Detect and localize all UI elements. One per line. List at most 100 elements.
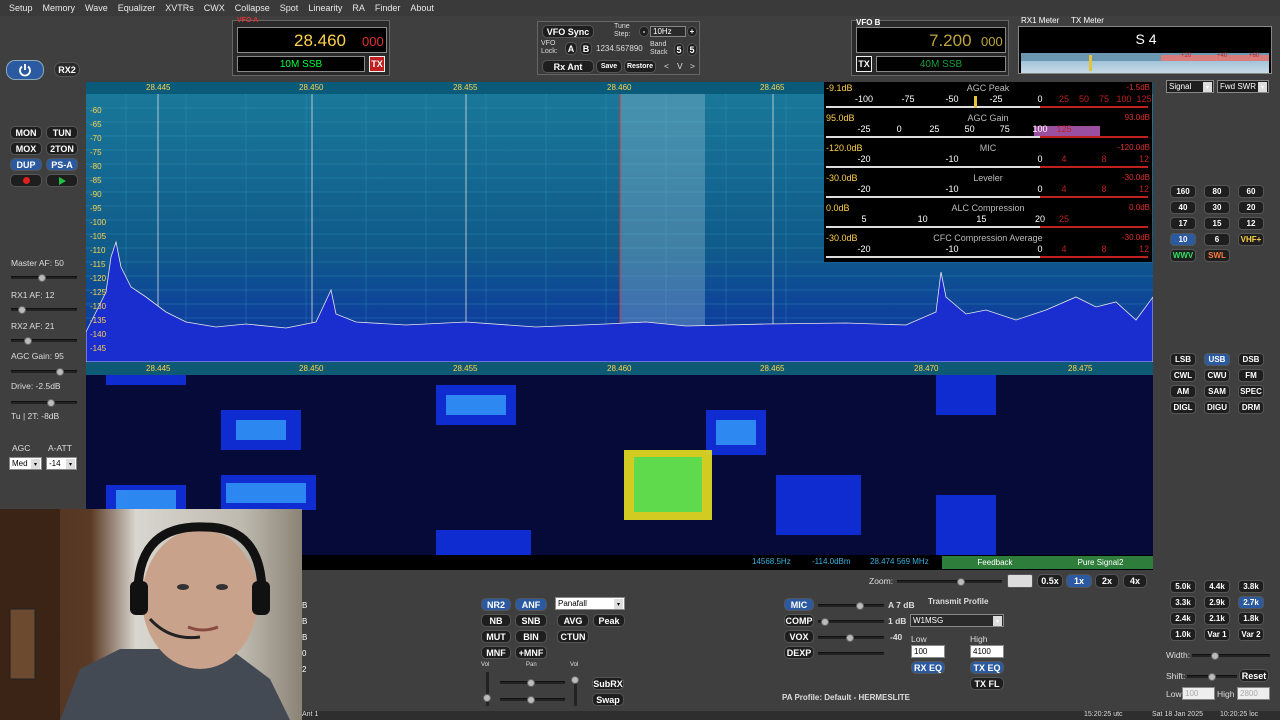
filter-button-50k[interactable]: 5.0k: [1170, 580, 1196, 593]
zoom-2x[interactable]: 2x: [1095, 574, 1119, 588]
filter-button-29k[interactable]: 2.9k: [1204, 596, 1230, 609]
filter-button-21k[interactable]: 2.1k: [1204, 612, 1230, 625]
nb-button[interactable]: NB: [481, 614, 511, 627]
band-button-17[interactable]: 17: [1170, 217, 1196, 230]
zoom-1x[interactable]: 1x: [1066, 574, 1092, 588]
chevron-down-icon[interactable]: ▾: [1258, 82, 1267, 92]
vfo-b-tx-button[interactable]: TX: [856, 56, 872, 72]
vox-knob[interactable]: [846, 634, 854, 642]
band-button-40[interactable]: 40: [1170, 201, 1196, 214]
vfo-b-frequency[interactable]: 7.200: [929, 31, 972, 51]
subrx-vol2-slider[interactable]: [571, 676, 579, 706]
shift-knob[interactable]: [1208, 673, 1216, 681]
subrx-vol-slider[interactable]: [483, 672, 491, 706]
save-button[interactable]: Save: [596, 60, 622, 73]
mode-button-drm[interactable]: DRM: [1238, 401, 1264, 414]
band-button-15[interactable]: 15: [1204, 217, 1230, 230]
display-mode-select[interactable]: Panafall ▾: [555, 597, 625, 610]
tun-button[interactable]: TUN: [46, 126, 78, 139]
zoom-025x[interactable]: 0.25x: [1007, 574, 1033, 588]
band-button-wwv[interactable]: WWV: [1170, 249, 1196, 262]
stack-prev[interactable]: <: [664, 61, 669, 71]
agc-gain-knob[interactable]: [56, 368, 64, 376]
vfo-a-display[interactable]: 28.460 000: [237, 27, 387, 53]
record-button[interactable]: [10, 174, 42, 187]
master-af-slider[interactable]: [11, 274, 77, 282]
menu-collapse[interactable]: Collapse: [235, 3, 270, 13]
stack-v[interactable]: V: [677, 61, 683, 71]
zoom-slider[interactable]: [897, 578, 1002, 586]
vfo-b-display[interactable]: 7.200 000: [856, 27, 1006, 53]
rx2-af-slider[interactable]: [11, 337, 77, 345]
plus-mnf-button[interactable]: +MNF: [515, 646, 547, 659]
mode-button-lsb[interactable]: LSB: [1170, 353, 1196, 366]
memory-frequency[interactable]: 1234.567890: [596, 44, 643, 53]
menu-equalizer[interactable]: Equalizer: [118, 3, 156, 13]
band-button-10[interactable]: 10: [1170, 233, 1196, 246]
tx-fl-button[interactable]: TX FL: [970, 677, 1004, 690]
chevron-down-icon[interactable]: ▾: [66, 459, 75, 469]
tune-step-select[interactable]: 10Hz: [650, 26, 686, 37]
filter-high-input[interactable]: 2800: [1237, 687, 1270, 700]
agc-gain-slider[interactable]: [11, 368, 77, 376]
drive-knob[interactable]: [47, 399, 55, 407]
menu-ra[interactable]: RA: [352, 3, 365, 13]
tune-step-up[interactable]: +: [687, 26, 697, 37]
comp-slider[interactable]: [818, 618, 884, 626]
band-stack-b[interactable]: 5: [687, 43, 697, 56]
chevron-down-icon[interactable]: ▾: [993, 616, 1002, 626]
rx-meter-select[interactable]: Signal ▾: [1166, 80, 1214, 93]
tx-low-input[interactable]: 100: [911, 645, 945, 658]
menu-about[interactable]: About: [410, 3, 434, 13]
mode-button-dsb[interactable]: DSB: [1238, 353, 1264, 366]
filter-button-18k[interactable]: 1.8k: [1238, 612, 1264, 625]
avg-button[interactable]: AVG: [557, 614, 589, 627]
zoom-05x[interactable]: 0.5x: [1037, 574, 1063, 588]
subrx-button[interactable]: SubRX: [592, 677, 624, 690]
subrx-pan-knob[interactable]: [527, 679, 535, 687]
zoom-knob[interactable]: [957, 578, 965, 586]
dexp-slider[interactable]: [818, 652, 884, 655]
subrx-vol2-knob[interactable]: [571, 676, 579, 684]
tx-meter-select[interactable]: Fwd SWR ▾: [1217, 80, 1269, 93]
filter-button-33k[interactable]: 3.3k: [1170, 596, 1196, 609]
vfo-a-tx-button[interactable]: TX: [369, 56, 385, 72]
rx-eq-button[interactable]: RX EQ: [911, 661, 945, 674]
comp-button[interactable]: COMP: [784, 614, 814, 627]
band-button-60[interactable]: 60: [1238, 185, 1264, 198]
rx1-af-knob[interactable]: [18, 306, 26, 314]
mic-slider[interactable]: [818, 602, 884, 610]
chevron-down-icon[interactable]: ▾: [31, 459, 40, 469]
menu-finder[interactable]: Finder: [375, 3, 401, 13]
mut-button[interactable]: MUT: [481, 630, 511, 643]
menu-memory[interactable]: Memory: [43, 3, 76, 13]
swap-button[interactable]: Swap: [592, 693, 624, 706]
subrx-pan2-slider[interactable]: [500, 696, 565, 704]
band-button-80[interactable]: 80: [1204, 185, 1230, 198]
filter-low-input[interactable]: 100: [1182, 687, 1215, 700]
drive-slider[interactable]: [11, 399, 77, 407]
tune-step-down[interactable]: -: [639, 26, 649, 37]
rx2-af-knob[interactable]: [24, 337, 32, 345]
comp-knob[interactable]: [821, 618, 829, 626]
nr2-button[interactable]: NR2: [481, 598, 511, 611]
band-button-vhf[interactable]: VHF+: [1238, 233, 1264, 246]
band-button-6[interactable]: 6: [1204, 233, 1230, 246]
mode-button-fm[interactable]: FM: [1238, 369, 1264, 382]
ps-a-button[interactable]: PS-A: [46, 158, 78, 171]
peak-button[interactable]: Peak: [593, 614, 625, 627]
filter-button-24k[interactable]: 2.4k: [1170, 612, 1196, 625]
subrx-pan2-knob[interactable]: [527, 696, 535, 704]
power-button[interactable]: [6, 60, 44, 80]
transmit-profile-select[interactable]: W1MSG ▾: [910, 614, 1004, 627]
tx-eq-button[interactable]: TX EQ: [970, 661, 1004, 674]
width-knob[interactable]: [1211, 652, 1219, 660]
vfo-a-frequency-sub[interactable]: 000: [362, 34, 384, 49]
mode-button-spec[interactable]: SPEC: [1238, 385, 1264, 398]
mode-button-digl[interactable]: DIGL: [1170, 401, 1196, 414]
zoom-4x[interactable]: 4x: [1123, 574, 1147, 588]
filter-button-10k[interactable]: 1.0k: [1170, 628, 1196, 641]
master-af-knob[interactable]: [38, 274, 46, 282]
rx-ant-button[interactable]: Rx Ant: [542, 60, 594, 73]
filter-button-var2[interactable]: Var 2: [1238, 628, 1264, 641]
